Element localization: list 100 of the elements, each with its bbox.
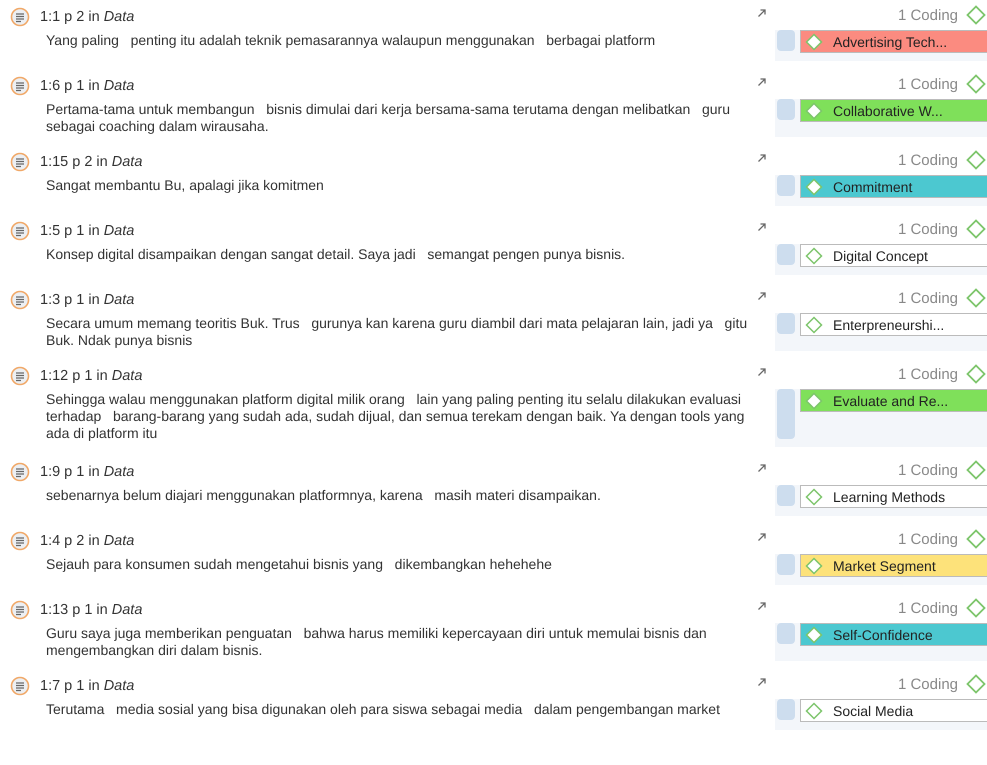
quotation-text: Pertama-tama untuk membangun bisnis dimulai dari kerja bersama-sama terutama dengan melibatkan guru sebagai coaching dalam wirausaha. [46,101,732,135]
quotation-reference: 1:15 p 2 in Data [40,154,142,170]
quotation-reference: 1:3 p 1 in Data [40,292,134,308]
diamond-icon [966,74,986,94]
code-label: Market Segment [833,558,936,574]
drag-handle[interactable] [777,99,795,120]
drag-handle[interactable] [777,623,795,644]
coding-count: 1 Coding [898,462,958,478]
quotation-icon [10,531,30,551]
open-arrow-icon [757,8,767,18]
quotation-text: Konsep digital disampaikan dengan sangat detail. Saya jadi semangat pengen punya bisnis. [46,246,626,263]
code-label: Self-Confidence [833,626,933,642]
code-label: Collaborative W... [833,102,943,118]
code-tag[interactable]: Evaluate and Re... [800,389,987,412]
diamond-icon [966,150,986,170]
code-tag[interactable]: Digital Concept [800,244,987,267]
diamond-icon [805,102,823,120]
coding-count: 1 Coding [898,76,958,92]
quotation-icon [10,290,30,310]
open-arrow-icon [757,463,767,473]
open-arrow-icon [757,153,767,163]
quotation-text: Sejauh para konsumen sudah mengetahui bisnis yang dikembangkan hehehehe [46,556,553,573]
code-tag[interactable]: Commitment [800,175,987,198]
open-arrow-icon [757,77,767,87]
quotation-reference: 1:5 p 1 in Data [40,223,134,239]
open-arrow-icon [757,367,767,377]
code-tag[interactable]: Advertising Tech... [800,30,987,53]
drag-handle[interactable] [777,699,795,720]
code-tag[interactable]: Market Segment [800,554,987,577]
drag-handle[interactable] [777,389,795,439]
diamond-icon [966,288,986,308]
quotation-reference: 1:1 p 2 in Data [40,9,134,25]
quotation-reference: 1:4 p 2 in Data [40,533,134,549]
coding-count: 1 Coding [898,220,958,238]
quotation-text: Yang paling penting itu adalah teknik pemasarannya walaupun menggunakan berbagai platform [46,32,656,49]
quotation-reference: 1:12 p 1 in Data [40,368,142,384]
quotation-icon [10,600,30,620]
diamond-icon [805,556,823,574]
coding-count: 1 Coding [898,6,958,24]
quotation-text: Sehingga walau menggunakan platform digital milik orang lain yang paling penting itu selalu dilakukan evaluasi terhadap barang-barang yang sudah ada, sudah dijual, dan semua terekam dengan baik. Ya dengan tools yang ada di platform itu [46,391,746,442]
quotation-reference: 1:6 p 1 in Data [40,78,134,94]
drag-handle[interactable] [777,313,795,334]
quotation-reference: 1:13 p 1 in Data [40,602,142,618]
coding-count: 1 Coding [898,152,958,168]
quotation-text: Terutama media sosial yang bisa digunakan oleh para siswa sebagai media dalam pengembangan market [46,701,721,718]
quotation-icon [10,366,30,386]
drag-handle[interactable] [777,554,795,575]
coding-count: 1 Coding [898,366,958,382]
diamond-icon [966,674,986,694]
coding-count: 1 Coding [898,600,958,616]
drag-handle[interactable] [777,175,795,196]
quotation-text: Guru saya juga memberikan penguatan bahwa harus memiliki kepercayaan diri untuk memulai bisnis dan mengembangkan diri dalam bisnis. [46,625,708,659]
diamond-icon [805,702,823,720]
code-label: Enterpreneurshi... [833,316,944,332]
coding-count: 1 Coding [898,530,958,548]
diamond-icon [966,5,986,25]
diamond-icon [805,246,823,264]
open-arrow-icon [757,291,767,301]
drag-handle[interactable] [777,485,795,506]
code-label: Evaluate and Re... [833,392,948,408]
quotation-icon [10,462,30,482]
open-arrow-icon [757,677,767,687]
code-tag[interactable]: Collaborative W... [800,99,987,122]
quotation-icon [10,221,30,241]
quotation-text: sebenarnya belum diajari menggunakan platformnya, karena masih materi disampaikan. [46,487,602,504]
diamond-icon [805,392,823,410]
quotation-icon [10,676,30,696]
diamond-icon [966,598,986,618]
diamond-icon [966,529,986,549]
code-tag[interactable]: Enterpreneurshi... [800,313,987,336]
coding-count: 1 Coding [898,676,958,692]
quotation-reference: 1:7 p 1 in Data [40,678,134,694]
quotation-icon [10,152,30,172]
quotation-text: Secara umum memang teoritis Buk. Trus gurunya kan karena guru diambil dari mata pelajaran lain, jadi ya gitu Buk. Ndak punya bisnis [46,315,748,349]
diamond-icon [966,460,986,480]
open-arrow-icon [757,222,767,232]
diamond-icon [805,488,823,506]
code-tag[interactable]: Social Media [800,699,987,722]
code-tag[interactable]: Self-Confidence [800,623,987,646]
drag-handle[interactable] [777,244,795,265]
code-label: Learning Methods [833,488,946,504]
quotation-icon [10,7,30,27]
diamond-icon [805,178,823,196]
coding-count: 1 Coding [898,290,958,306]
quotation-text: Sangat membantu Bu, apalagi jika komitmen [46,177,325,194]
diamond-icon [805,32,823,50]
open-arrow-icon [757,601,767,611]
code-label: Advertising Tech... [833,34,948,50]
code-tag[interactable]: Learning Methods [800,485,987,508]
code-label: Commitment [833,178,912,194]
quotation-icon [10,76,30,96]
diamond-icon [805,316,823,334]
code-label: Social Media [833,702,914,718]
diamond-icon [966,219,986,239]
code-label: Digital Concept [833,248,928,264]
diamond-icon [805,626,823,644]
quotation-reference: 1:9 p 1 in Data [40,464,134,480]
diamond-icon [966,364,986,384]
open-arrow-icon [757,532,767,542]
drag-handle[interactable] [777,30,795,51]
